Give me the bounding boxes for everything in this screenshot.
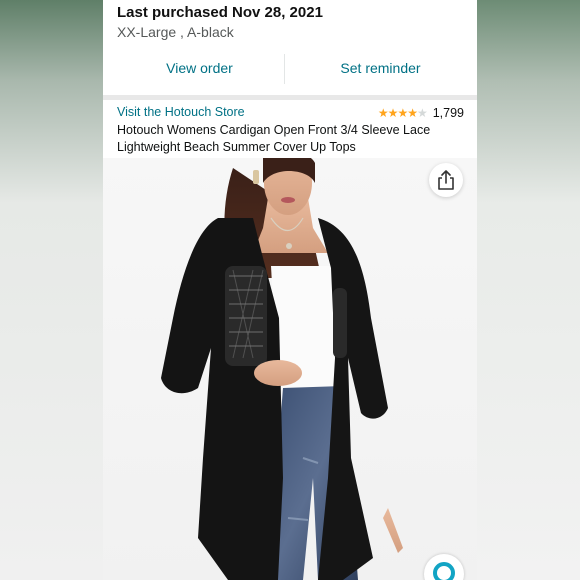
app-screen: Last purchased Nov 28, 2021 XX-Large , A… bbox=[103, 0, 477, 580]
last-purchased-title: Last purchased Nov 28, 2021 bbox=[117, 4, 323, 21]
share-button[interactable] bbox=[429, 163, 463, 197]
product-title: Hotouch Womens Cardigan Open Front 3/4 S… bbox=[117, 123, 431, 154]
share-icon bbox=[438, 170, 454, 190]
rating-summary[interactable]: ★★★★★ 1,799 bbox=[378, 105, 464, 121]
product-image[interactable] bbox=[103, 158, 477, 580]
background-right bbox=[477, 0, 580, 580]
purchased-variant: XX-Large , A-black bbox=[117, 24, 234, 40]
background-left bbox=[0, 0, 103, 580]
purchase-card: Last purchased Nov 28, 2021 XX-Large , A… bbox=[103, 0, 477, 95]
model-photo bbox=[161, 158, 403, 580]
product-header: Visit the Hotouch Store ★★★★★ 1,799 Hoto… bbox=[103, 100, 477, 158]
view-order-button[interactable]: View order bbox=[103, 50, 296, 86]
set-reminder-button[interactable]: Set reminder bbox=[284, 50, 477, 86]
store-link[interactable]: Visit the Hotouch Store bbox=[117, 105, 245, 119]
purchase-actions: View order Set reminder bbox=[103, 50, 477, 86]
rating-count: 1,799 bbox=[432, 106, 464, 120]
star-rating-icon: ★★★★★ bbox=[377, 106, 428, 120]
